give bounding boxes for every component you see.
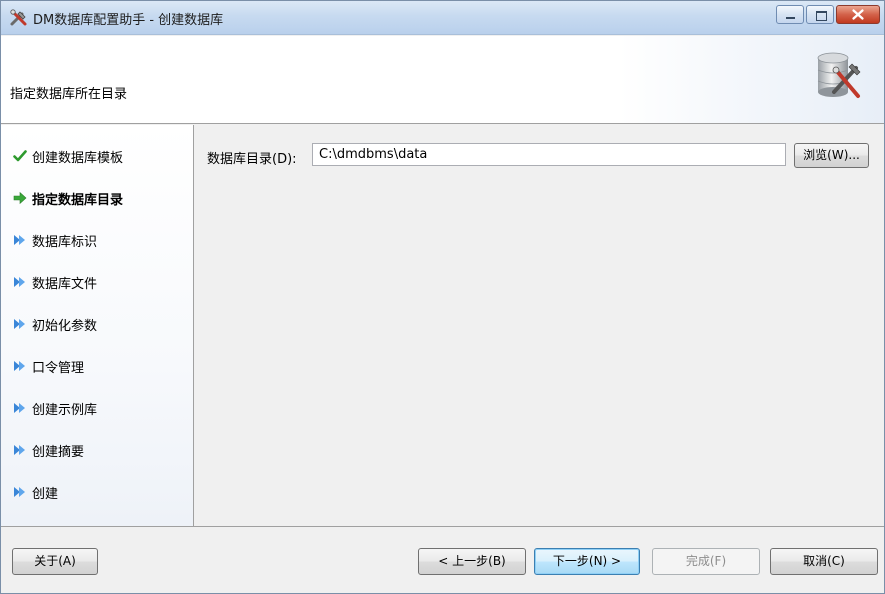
- double-arrow-icon: [14, 361, 25, 371]
- maximize-icon[interactable]: [806, 5, 834, 24]
- database-directory-input[interactable]: C:\dmdbms\data: [312, 143, 786, 166]
- database-tools-icon: [817, 52, 861, 98]
- double-arrow-icon: [14, 487, 25, 497]
- wizard-window: DM数据库配置助手 - 创建数据库 指定数据库所在目录 创建数据库模板 指定数据…: [0, 0, 885, 594]
- step-navigation: 创建数据库模板 指定数据库目录 数据库标识 数据库文件 初始化参数 口令管理 创…: [1, 125, 194, 526]
- double-arrow-icon: [14, 319, 25, 329]
- wizard-footer: 关于(A) < 上一步(B) 下一步(N) > 完成(F) 取消(C): [1, 526, 884, 593]
- close-icon[interactable]: [836, 5, 880, 24]
- browse-button[interactable]: 浏览(W)...: [794, 143, 869, 168]
- back-button[interactable]: < 上一步(B): [418, 548, 526, 575]
- about-button[interactable]: 关于(A): [12, 548, 98, 575]
- nav-item-directory: 指定数据库目录: [32, 192, 124, 208]
- step-content: 数据库目录(D): C:\dmdbms\data 浏览(W)...: [195, 125, 884, 526]
- window-title: DM数据库配置助手 - 创建数据库: [33, 13, 224, 28]
- minimize-icon[interactable]: [776, 5, 804, 24]
- double-arrow-icon: [14, 277, 25, 287]
- nav-item-init-params: 初始化参数: [32, 318, 98, 334]
- step-title: 指定数据库所在目录: [10, 87, 128, 102]
- finish-button[interactable]: 完成(F): [652, 548, 760, 575]
- cancel-button[interactable]: 取消(C): [770, 548, 878, 575]
- nav-item-identifier: 数据库标识: [32, 234, 98, 250]
- nav-item-password: 口令管理: [32, 360, 85, 376]
- caption-buttons: [774, 5, 880, 24]
- nav-item-summary: 创建摘要: [32, 444, 85, 460]
- nav-item-files: 数据库文件: [32, 276, 98, 292]
- double-arrow-icon: [14, 445, 25, 455]
- next-button[interactable]: 下一步(N) >: [534, 548, 640, 575]
- checkmark-icon: [13, 150, 27, 162]
- database-directory-label: 数据库目录(D):: [207, 152, 297, 167]
- nav-item-template: 创建数据库模板: [32, 150, 124, 166]
- tools-icon: [10, 9, 27, 26]
- title-bar[interactable]: DM数据库配置助手 - 创建数据库: [1, 1, 884, 35]
- wizard-header: 指定数据库所在目录: [1, 36, 884, 124]
- double-arrow-icon: [14, 235, 25, 245]
- nav-item-sample-db: 创建示例库: [32, 402, 98, 418]
- arrow-right-icon: [13, 191, 27, 205]
- nav-item-create: 创建: [32, 486, 59, 502]
- double-arrow-icon: [14, 403, 25, 413]
